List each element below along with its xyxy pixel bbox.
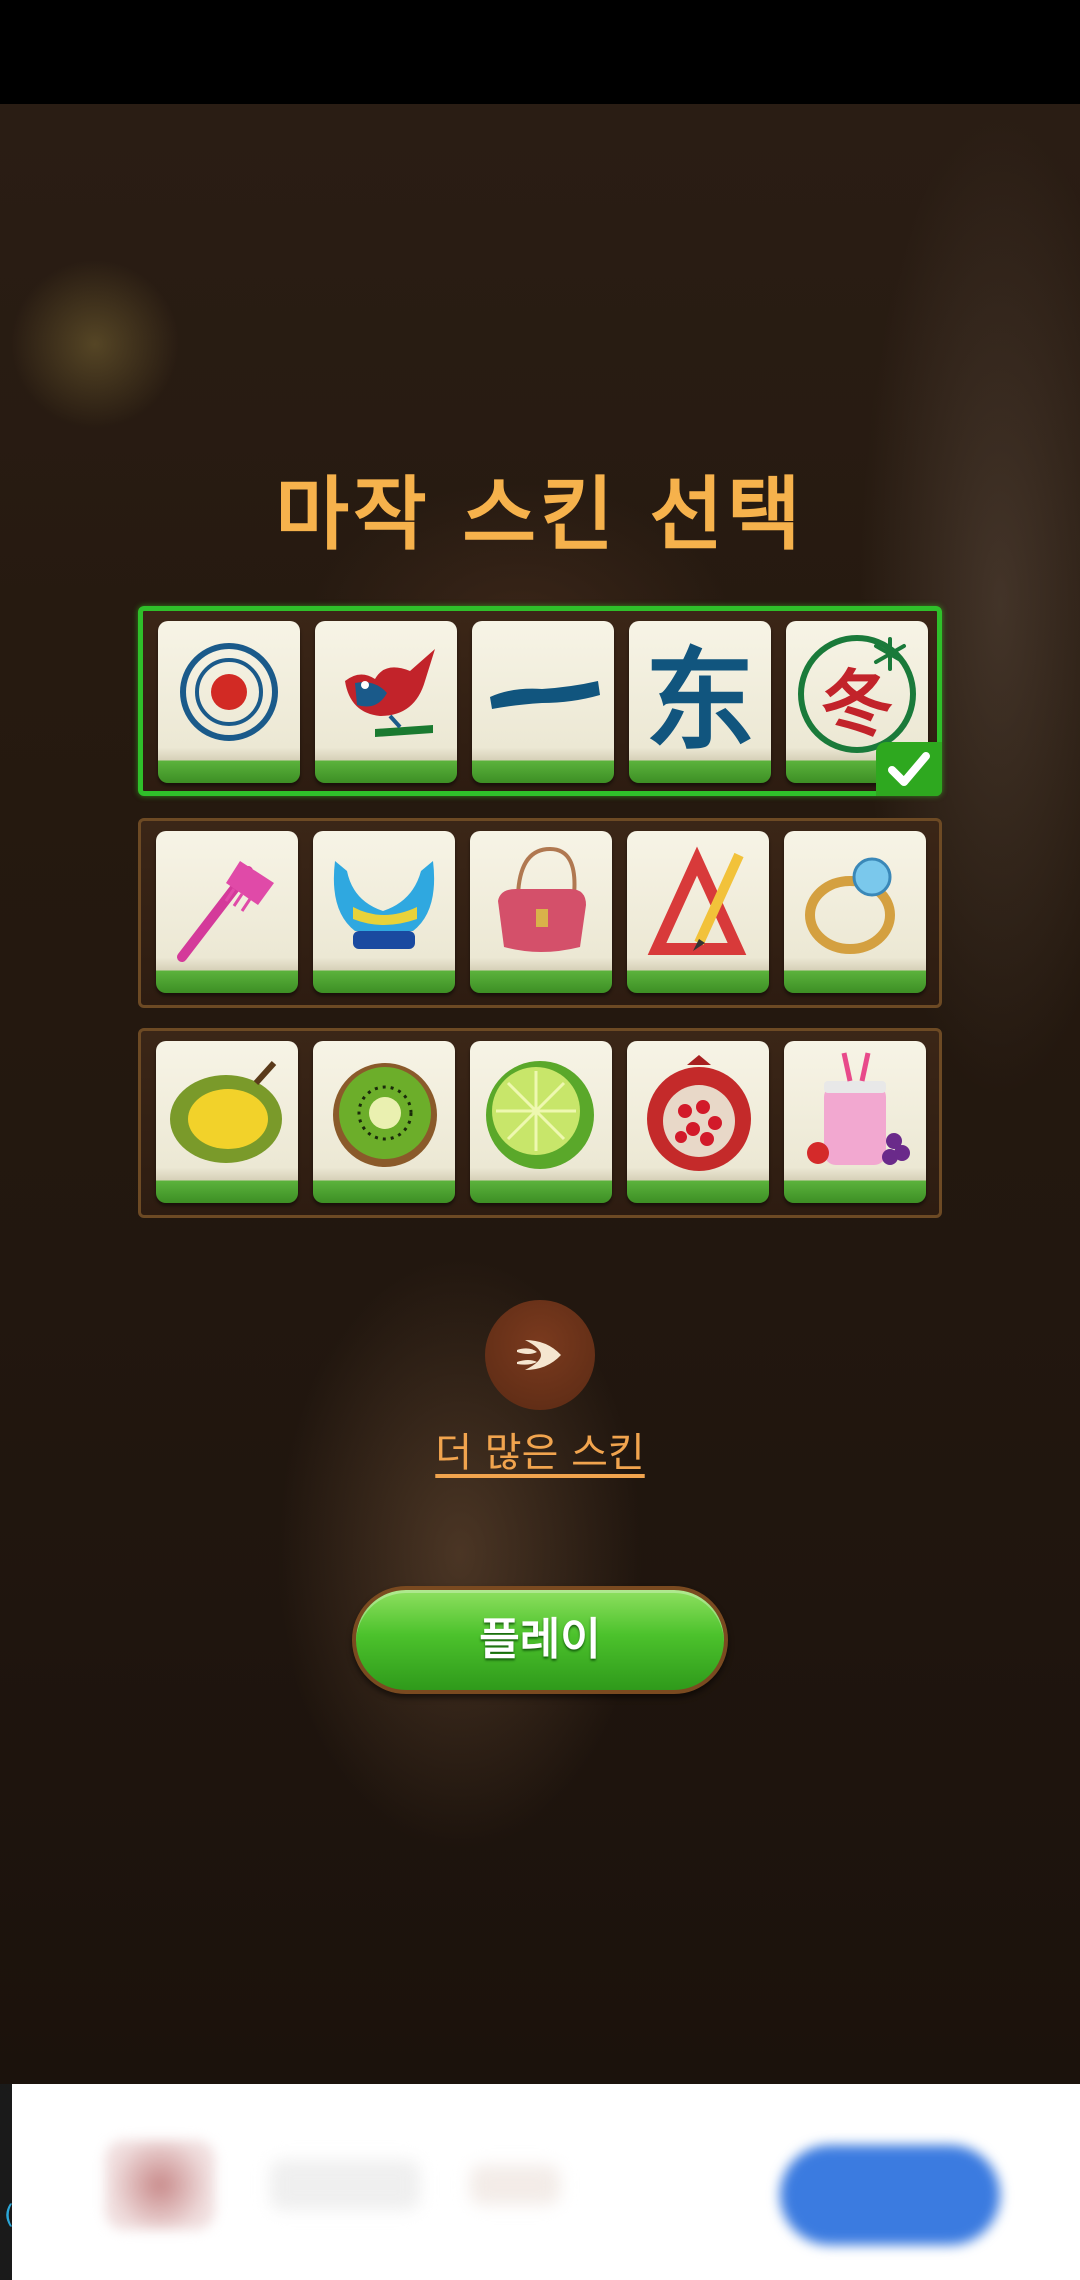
east-wind-icon: 东 (645, 637, 755, 763)
svg-text:东: 东 (645, 637, 755, 763)
play-button[interactable]: 플레이 (352, 1586, 728, 1694)
skin-option-classic[interactable]: 东 冬 (138, 606, 942, 796)
skin-option-fruits[interactable] (138, 1028, 942, 1218)
page-title: 마작 스킨 선택 (275, 468, 805, 561)
durian-icon (170, 1060, 282, 1163)
pomegranate-icon (647, 1055, 751, 1171)
ad-left-strip (0, 2084, 12, 2280)
svg-text:冬: 冬 (821, 662, 893, 746)
smoothie-icon (807, 1052, 910, 1165)
more-skins-link[interactable]: 더 많은 스킨 (0, 1420, 1080, 1478)
tile (627, 831, 769, 993)
tile (470, 1041, 612, 1203)
tile (472, 621, 614, 783)
tile (156, 831, 298, 993)
circle-dot-icon (180, 643, 278, 741)
tile (156, 1041, 298, 1203)
tile (315, 621, 457, 783)
character-one-icon (490, 681, 600, 709)
lime-icon (486, 1061, 594, 1169)
bird-bamboo-icon (345, 649, 435, 737)
tile (313, 831, 455, 993)
ad-cta-button[interactable] (780, 2145, 1000, 2245)
tile (784, 831, 926, 993)
ad-info-icon[interactable]: ( (4, 2200, 14, 2230)
selected-check-icon (876, 742, 942, 796)
ruler-pencil-icon (647, 846, 747, 955)
tile: 东 (629, 621, 771, 783)
ad-image[interactable] (105, 2140, 215, 2230)
more-skins-icon[interactable] (485, 1300, 595, 1410)
handbag-icon (498, 846, 586, 952)
ad-text-blur (470, 2165, 560, 2205)
tile (784, 1041, 926, 1203)
tile (470, 831, 612, 993)
ad-text-blur (270, 2160, 420, 2210)
comb-icon (177, 861, 274, 962)
tile (158, 621, 300, 783)
bra-icon (333, 861, 435, 949)
tile (313, 1041, 455, 1203)
ring-icon (805, 857, 895, 954)
tile (627, 1041, 769, 1203)
kiwi-icon (333, 1063, 437, 1167)
skin-option-items[interactable] (138, 818, 942, 1008)
status-bar (0, 0, 1080, 104)
